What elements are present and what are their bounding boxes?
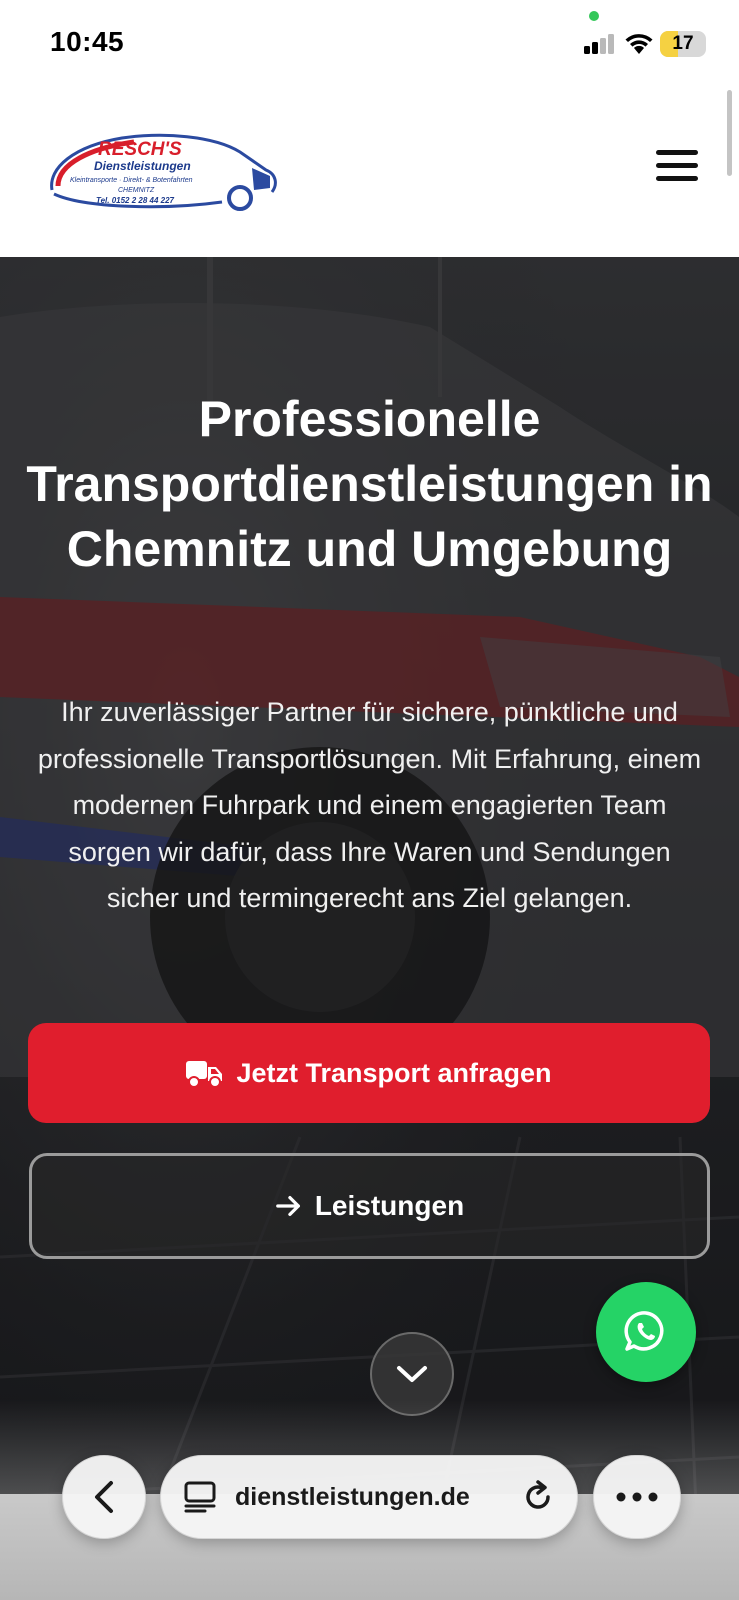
reload-icon[interactable] xyxy=(521,1480,555,1514)
more-button[interactable] xyxy=(593,1455,681,1539)
site-header: RESCH'S Dienstleistungen Kleintransporte… xyxy=(0,90,739,257)
hamburger-icon[interactable] xyxy=(656,150,698,186)
tabs-icon[interactable] xyxy=(183,1480,217,1514)
svg-text:Kleintransporte · Direkt- & Bo: Kleintransporte · Direkt- & Botenfahrten xyxy=(70,177,193,184)
hero-section: Professionelle Transportdienstleistungen… xyxy=(0,257,739,1600)
hero-description: Ihr zuverlässiger Partner für sichere, p… xyxy=(37,697,702,913)
truck-icon xyxy=(186,1061,223,1088)
battery-level: 17 xyxy=(672,33,694,54)
services-label: Leistungen xyxy=(314,1190,465,1221)
hero-title: Professionelle Transportdienstleistungen… xyxy=(26,391,713,577)
request-transport-button[interactable]: Jetzt Transport anfragen xyxy=(28,1023,710,1123)
request-transport-label: Jetzt Transport anfragen xyxy=(236,1057,552,1088)
svg-text:Tel. 0152 2 28 44 227: Tel. 0152 2 28 44 227 xyxy=(96,196,175,205)
page-scrollbar[interactable] xyxy=(727,90,732,176)
status-time: 10:45 xyxy=(50,26,125,57)
battery-icon: 17 xyxy=(660,31,706,57)
svg-text:Dienstleistungen: Dienstleistungen xyxy=(94,159,191,173)
signal-icon xyxy=(584,34,614,54)
arrow-right-icon xyxy=(275,1195,300,1217)
whatsapp-icon xyxy=(624,1311,664,1351)
url-text: dienstleistungen.de xyxy=(235,1482,470,1511)
svg-text:CHEMNITZ: CHEMNITZ xyxy=(118,187,155,194)
address-bar[interactable]: dienstleistungen.de xyxy=(160,1455,578,1539)
chevron-down-icon xyxy=(397,1366,427,1382)
more-icon xyxy=(616,1492,658,1502)
camera-indicator xyxy=(589,11,599,21)
back-icon xyxy=(95,1481,113,1513)
back-button[interactable] xyxy=(62,1455,146,1539)
wifi-icon xyxy=(625,34,653,54)
services-button[interactable]: Leistungen xyxy=(29,1153,710,1259)
status-bar: 10:45 17 xyxy=(0,0,739,90)
whatsapp-button[interactable] xyxy=(596,1282,696,1382)
svg-text:RESCH'S: RESCH'S xyxy=(98,139,182,160)
company-logo[interactable]: RESCH'S Dienstleistungen Kleintransporte… xyxy=(44,128,284,218)
